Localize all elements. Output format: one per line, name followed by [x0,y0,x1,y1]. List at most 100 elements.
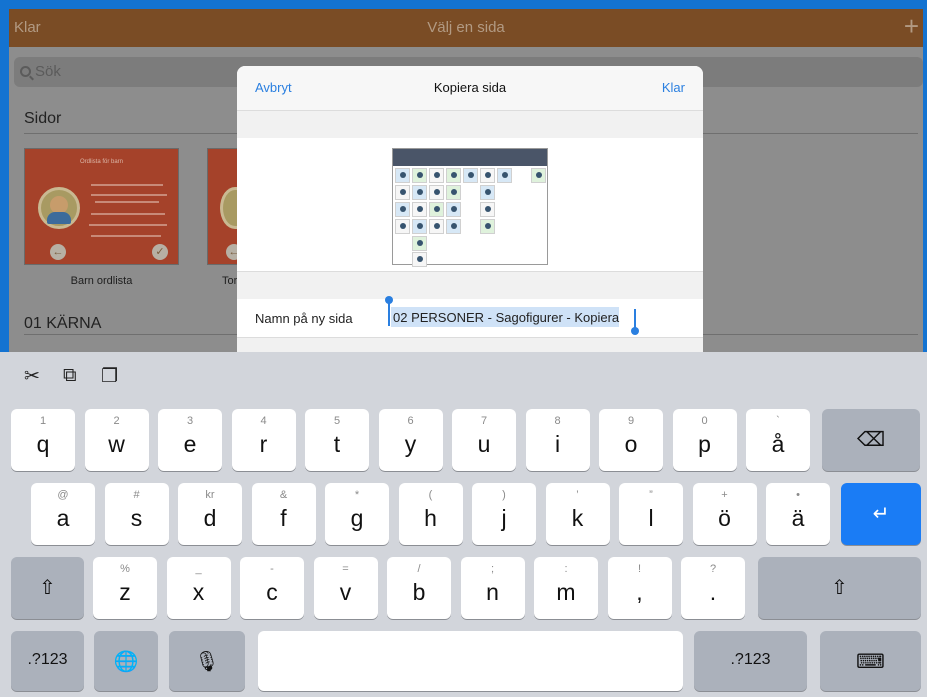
key-y[interactable]: 6y [378,409,443,471]
preview-symbol-cell [412,236,427,251]
key-label: z [119,579,131,605]
key-hint: 5 [333,415,341,427]
key-label: b [412,579,426,605]
cut-icon[interactable]: ✂ [24,365,40,388]
key-label: h [424,505,437,531]
nav-bar: Klar Välj en sida + [9,9,923,47]
key-g[interactable]: * g [325,483,389,545]
key-t[interactable]: 5t [305,409,369,471]
key-v[interactable]: = v [313,557,378,619]
key-ö[interactable]: + ö [692,483,757,545]
delete-key[interactable]: ⌫ [822,409,920,471]
selection-end-handle[interactable] [631,309,639,335]
numbers-key-right[interactable]: .?123 [694,631,807,691]
numbers-key-left[interactable]: .?123 [11,631,84,691]
key-hint: ? [709,563,717,575]
key-hint: 2 [113,415,120,427]
key-hint: + [721,489,728,501]
copy-icon[interactable]: ⧉ [63,365,77,387]
return-key[interactable]: ↵ [841,483,921,545]
key-b[interactable]: / b [387,557,451,619]
key-j[interactable]: ) j [472,483,536,545]
shift-key-right[interactable]: ⇧ [758,557,921,619]
preview-symbol-cell [497,168,512,183]
key-hint: 3 [186,415,194,427]
key-hint: _ [195,563,202,575]
key-w[interactable]: 2w [84,409,149,471]
preview-symbol-cell [412,252,427,267]
key-i[interactable]: 8i [525,409,590,471]
key-hint: / [417,563,421,575]
key-label: a [56,505,70,531]
key-o[interactable]: 9o [599,409,663,471]
copy-page-dialog: Avbryt Kopiera sida Klar Namn på ny sida… [237,66,703,352]
globe-key[interactable]: 🌐 [94,631,158,691]
selection-start-handle[interactable] [385,296,393,326]
key-l[interactable]: ” l [619,483,683,545]
paste-icon[interactable]: ❐ [101,365,118,388]
preview-symbol-cell [480,185,495,200]
new-page-name-input[interactable]: 02 PERSONER - Sagofigurer - Kopiera [391,307,620,327]
key-a[interactable]: @ a [31,483,95,545]
key-label: s [130,505,143,531]
key-label: g [350,505,364,531]
key-label: n [486,579,499,605]
key-r[interactable]: 4r [231,409,296,471]
key-s[interactable]: # s [104,483,169,545]
key-h[interactable]: (h [398,483,463,545]
key-label: , [636,579,643,605]
hide-keyboard-key[interactable]: ⌨ [820,631,921,691]
key-label: t [333,431,341,457]
section-title-pages: Sidor [24,110,62,127]
new-page-name-label: Namn på ny sida [255,311,353,326]
key-hint: ’ [576,489,579,501]
key-e[interactable]: 3e [158,409,222,471]
key-hint: 4 [260,415,267,427]
preview-symbol-cell [429,168,444,183]
key-hint: ( [428,489,433,501]
key-k[interactable]: ’ k [545,483,610,545]
key-label: p [698,431,711,457]
search-placeholder: Sök [35,63,61,80]
key-u[interactable]: 7u [452,409,516,471]
key-z[interactable]: % z [93,557,157,619]
key-f[interactable]: & f [251,483,316,545]
dictation-key[interactable]: 🎙 [169,631,245,691]
thumbnail-title: Ordlista för barn [79,159,124,165]
dialog-title: Kopiera sida [433,80,507,95]
key-å[interactable]: ` å [746,409,810,471]
key-hint: ; [490,563,495,575]
key-label: k [571,505,584,531]
nav-title: Välj en sida [427,19,505,36]
key-m[interactable]: :m [534,557,598,619]
shift-key-left[interactable]: ⇧ [11,557,84,619]
check-icon: ✓ [152,244,168,260]
key-hint: 6 [407,415,414,427]
key-label: .?123 [27,651,68,668]
key-label: m [556,579,576,605]
keyboard-shortcut-bar: ✂ ⧉ ❐ [0,352,927,400]
return-icon: ↵ [872,503,890,525]
key-period[interactable]: ?. [681,557,745,619]
page-label: Barn ordlista [70,275,133,287]
preview-symbol-cell [446,168,461,183]
page-thumbnail-barn-ordlista[interactable]: Ordlista för barn ← ✓ [24,148,179,265]
key-n[interactable]: ; n [460,557,525,619]
done-button[interactable]: Klar [662,80,685,95]
child-avatar-icon [38,187,80,229]
key-hint: ` [776,415,780,427]
key-comma[interactable]: !, [607,557,672,619]
space-bar[interactable] [258,631,683,691]
preview-symbol-cell [480,202,495,217]
add-icon[interactable]: + [904,13,919,39]
key-d[interactable]: kr d [178,483,242,545]
key-ä[interactable]: • ä [766,483,830,545]
shift-icon: ⇧ [831,577,848,599]
key-p[interactable]: 0p [672,409,737,471]
globe-icon: 🌐 [113,651,139,673]
preview-symbol-cell [429,219,444,234]
key-hint: 0 [701,415,708,427]
key-q[interactable]: 1q [11,409,75,471]
key-c[interactable]: -c [240,557,304,619]
key-x[interactable]: _ x [166,557,231,619]
